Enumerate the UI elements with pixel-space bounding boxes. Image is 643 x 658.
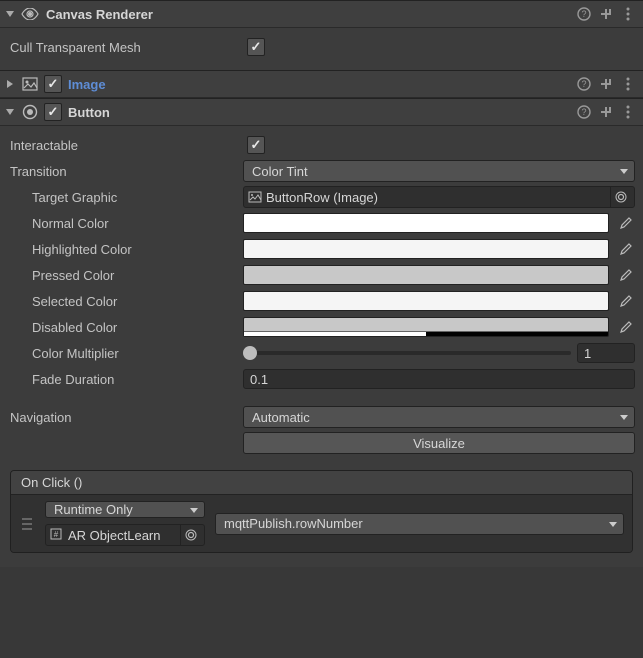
normal-color-row: Normal Color	[8, 210, 635, 236]
component-body: Interactable Transition Color Tint Targe…	[0, 126, 643, 567]
component-header[interactable]: Image ?	[0, 70, 643, 98]
field-label: Disabled Color	[30, 320, 243, 335]
eyedropper-icon[interactable]	[615, 291, 635, 311]
color-multiplier-value[interactable]: 1	[577, 343, 635, 363]
field-label: Pressed Color	[30, 268, 243, 283]
object-field-value: AR ObjectLearn	[68, 528, 176, 543]
svg-text:?: ?	[581, 79, 586, 89]
navigation-row: Navigation Automatic	[8, 404, 635, 430]
visualize-row: Visualize	[8, 430, 635, 456]
component-title[interactable]: Image	[68, 77, 571, 92]
onclick-event-box: On Click () Runtime Only #	[10, 470, 633, 553]
interactable-row: Interactable	[8, 132, 635, 158]
svg-text:#: #	[54, 530, 59, 539]
field-label: Highlighted Color	[30, 242, 243, 257]
canvas-renderer-component: Canvas Renderer ? Cull Transparent Mesh	[0, 0, 643, 70]
drag-handle-icon[interactable]	[19, 516, 35, 532]
button-enabled-checkbox[interactable]	[44, 103, 62, 121]
component-header[interactable]: Button ?	[0, 98, 643, 126]
field-label: Transition	[8, 164, 243, 179]
transition-row: Transition Color Tint	[8, 158, 635, 184]
field-label: Fade Duration	[30, 372, 243, 387]
component-header[interactable]: Canvas Renderer ?	[0, 0, 643, 28]
dropdown-value: Runtime Only	[54, 502, 133, 517]
eyedropper-icon[interactable]	[615, 239, 635, 259]
object-picker-icon[interactable]	[180, 525, 200, 545]
field-label: Normal Color	[30, 216, 243, 231]
selected-color-field[interactable]	[243, 291, 609, 311]
field-label: Color Multiplier	[30, 346, 243, 361]
preset-icon[interactable]	[597, 103, 615, 121]
help-icon[interactable]: ?	[575, 5, 593, 23]
menu-icon[interactable]	[619, 5, 637, 23]
menu-icon[interactable]	[619, 75, 637, 93]
image-enabled-checkbox[interactable]	[44, 75, 62, 93]
image-icon	[20, 74, 40, 94]
dropdown-value: Automatic	[252, 410, 310, 425]
preset-icon[interactable]	[597, 75, 615, 93]
object-field-value: ButtonRow (Image)	[266, 190, 606, 205]
button-type-icon	[20, 102, 40, 122]
visibility-icon	[20, 4, 40, 24]
foldout-arrow-icon[interactable]	[4, 8, 16, 20]
slider-thumb[interactable]	[243, 346, 257, 360]
svg-text:?: ?	[581, 9, 586, 19]
field-label: Interactable	[8, 138, 243, 153]
dropdown-value: mqttPublish.rowNumber	[224, 516, 363, 531]
target-graphic-field[interactable]: ButtonRow (Image)	[243, 186, 635, 208]
field-label: Cull Transparent Mesh	[8, 40, 243, 55]
eyedropper-icon[interactable]	[615, 317, 635, 337]
menu-icon[interactable]	[619, 103, 637, 121]
target-graphic-row: Target Graphic ButtonRow (Image)	[8, 184, 635, 210]
component-body: Cull Transparent Mesh	[0, 28, 643, 70]
disabled-color-field[interactable]	[243, 317, 609, 337]
foldout-arrow-icon[interactable]	[4, 78, 16, 90]
color-multiplier-row: Color Multiplier 1	[8, 340, 635, 366]
script-icon: #	[50, 528, 64, 542]
eyedropper-icon[interactable]	[615, 213, 635, 233]
field-label: Selected Color	[30, 294, 243, 309]
transition-dropdown[interactable]: Color Tint	[243, 160, 635, 182]
button-label: Visualize	[413, 436, 465, 451]
navigation-dropdown[interactable]: Automatic	[243, 406, 635, 428]
help-icon[interactable]: ?	[575, 75, 593, 93]
call-state-dropdown[interactable]: Runtime Only	[45, 501, 205, 518]
eyedropper-icon[interactable]	[615, 265, 635, 285]
button-component: Button ? Interactable Transition Color T…	[0, 98, 643, 567]
highlighted-color-row: Highlighted Color	[8, 236, 635, 262]
normal-color-field[interactable]	[243, 213, 609, 233]
color-multiplier-slider[interactable]	[243, 343, 571, 363]
field-label: Navigation	[8, 410, 243, 425]
event-title: On Click ()	[11, 471, 632, 495]
svg-text:?: ?	[581, 107, 586, 117]
component-title: Canvas Renderer	[46, 7, 571, 22]
cull-transparent-mesh-row: Cull Transparent Mesh	[8, 34, 635, 60]
disabled-color-row: Disabled Color	[8, 314, 635, 340]
interactable-checkbox[interactable]	[247, 136, 265, 154]
preset-icon[interactable]	[597, 5, 615, 23]
field-label: Target Graphic	[30, 190, 243, 205]
method-dropdown[interactable]: mqttPublish.rowNumber	[215, 513, 624, 535]
component-title: Button	[68, 105, 571, 120]
event-target-field[interactable]: # AR ObjectLearn	[45, 524, 205, 546]
dropdown-value: Color Tint	[252, 164, 308, 179]
selected-color-row: Selected Color	[8, 288, 635, 314]
pressed-color-field[interactable]	[243, 265, 609, 285]
image-icon	[248, 190, 262, 204]
help-icon[interactable]: ?	[575, 103, 593, 121]
fade-duration-value[interactable]: 0.1	[243, 369, 635, 389]
object-picker-icon[interactable]	[610, 187, 630, 207]
foldout-arrow-icon[interactable]	[4, 106, 16, 118]
image-component: Image ?	[0, 70, 643, 98]
cull-transparent-mesh-checkbox[interactable]	[247, 38, 265, 56]
pressed-color-row: Pressed Color	[8, 262, 635, 288]
visualize-button[interactable]: Visualize	[243, 432, 635, 454]
fade-duration-row: Fade Duration 0.1	[8, 366, 635, 392]
highlighted-color-field[interactable]	[243, 239, 609, 259]
